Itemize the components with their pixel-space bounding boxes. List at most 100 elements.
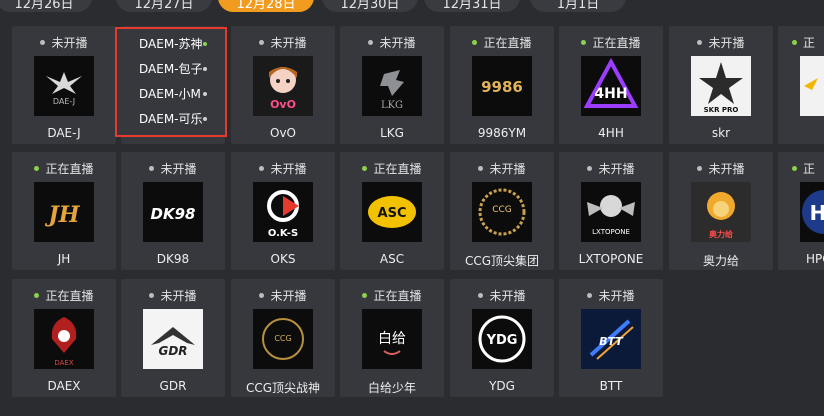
team-card-dae-j[interactable]: 未开播 DAE-J DAE-J [12,26,116,144]
logo-text: 4HH [594,86,627,102]
status-dot [478,166,484,171]
logo-text: OvO [270,98,296,111]
logo-text: ASC [378,206,407,221]
status-label: 未开播 [231,287,335,304]
team-card-ccg-war-god[interactable]: 未开播 CCG CCG顶尖战神 [231,279,335,397]
status-dot [697,166,703,171]
status-label: 正在直播 [12,160,116,177]
logo-text: DK98 [151,205,196,223]
logo-text: BTT [599,335,624,348]
team-logo-graphic [800,56,824,116]
team-card-9986ym[interactable]: 正在直播 9986 9986YM [450,26,554,144]
team-logo-graphic: CCG [472,182,532,242]
team-card-ccg-group[interactable]: 未开播 CCG CCG顶尖集团 [450,152,554,270]
team-logo-graphic: JH [34,182,94,242]
date-tab-1226[interactable]: 12月26日 [0,0,92,12]
member-item-kele[interactable]: DAEM-可乐 [139,110,203,127]
team-card-gdr[interactable]: 未开播 GDR GDR [121,279,225,397]
team-card-ovo[interactable]: 未开播 OvO OvO [231,26,335,144]
member-item-sushen[interactable]: DAEM-苏神 [139,35,203,52]
logo-text: 奥力给 [708,229,733,239]
member-status-dot [203,67,207,71]
status-label: 未开播 [450,160,554,177]
logo-text: LKG [381,100,403,111]
team-card-jh[interactable]: 正在直播 JH JH [12,152,116,270]
team-logo-graphic: O.K-S [253,182,313,242]
team-logo: GDR [143,309,203,369]
team-logo-graphic: LKG [362,56,422,116]
team-name: DAE-J [47,126,81,140]
team-card-partial-1[interactable]: 正 [778,26,824,144]
team-card-hpg[interactable]: 正 H HPG [778,152,824,270]
team-name: skr [711,126,731,140]
team-name: 9986YM [477,126,527,140]
team-card-aoligei[interactable]: 未开播 奥力给 奥力给 [669,152,773,270]
team-card-baigei[interactable]: 正在直播 白给 白给少年 [340,279,444,397]
team-logo-graphic: 奥力给 [691,182,751,242]
status-dot [149,166,155,171]
team-logo: YDG [472,309,532,369]
team-name: HPG [806,252,824,266]
status-dot [34,166,40,171]
team-card-ydg[interactable]: 未开播 YDG YDG [450,279,554,397]
date-tab-1231[interactable]: 12月31日 [424,0,520,12]
status-dot [581,40,587,45]
team-logo-graphic: BTT [581,309,641,369]
status-dot [259,166,265,171]
member-item-baozi[interactable]: DAEM-包子 [139,60,203,77]
team-logo-graphic: SKR PRO [691,56,751,116]
status-dot [34,293,40,298]
status-dot [792,40,797,45]
logo-text: DAE-J [53,97,75,106]
team-name: ASC [379,252,405,266]
team-logo-graphic: 9986 [472,56,532,116]
date-tab-1230[interactable]: 12月30日 [322,0,418,12]
team-name: 4HH [598,126,624,140]
status-dot [362,166,368,171]
team-card-dk98[interactable]: 未开播 DK98 DK98 [121,152,225,270]
member-item-xiaom[interactable]: DAEM-小M [139,85,201,102]
status-dot [259,40,265,45]
status-dot [368,40,374,45]
team-name: GDR [159,379,187,393]
team-card-skr[interactable]: 未开播 SKR PRO skr [669,26,773,144]
date-tab-1228[interactable]: 12月28日 [218,0,314,12]
status-label: 未开播 [559,160,663,177]
member-status-dot [203,42,207,46]
team-logo-graphic: OvO [253,56,313,116]
team-name: LKG [380,126,404,140]
team-logo-graphic: LXTOPONE [581,182,641,242]
team-logo: H [800,182,824,242]
team-card-lxtopone[interactable]: 未开播 LXTOPONE LXTOPONE [559,152,663,270]
team-logo: 白给 [362,309,422,369]
team-card-daex[interactable]: 正在直播 DAEX DAEX [12,279,116,397]
team-name: YDG [489,379,515,393]
team-logo: ASC [362,182,422,242]
status-label: 正在直播 [450,34,554,51]
team-name: OKS [270,252,296,266]
team-logo [800,56,824,116]
date-tab-0101[interactable]: 1月1日 [530,0,626,12]
team-logo-graphic: DAEX [34,309,94,369]
status-label: 未开播 [340,34,444,51]
team-card-lkg[interactable]: 未开播 LKG LKG [340,26,444,144]
date-tab-1227[interactable]: 12月27日 [116,0,212,12]
team-card-oks[interactable]: 未开播 O.K-S OKS [231,152,335,270]
team-name: 白给少年 [367,381,416,395]
team-card-btt[interactable]: 未开播 BTT BTT [559,279,663,397]
team-card-asc[interactable]: 正在直播 ASC ASC [340,152,444,270]
status-dot [587,166,593,171]
team-logo-graphic: 白给 [362,309,422,369]
status-label: 未开播 [231,34,335,51]
status-label: 正在直播 [12,287,116,304]
team-card-4hh[interactable]: 正在直播 4HH 4HH [559,26,663,144]
team-name: OvO [270,126,296,140]
team-logo-graphic: YDG [472,309,532,369]
status-label: 未开播 [559,287,663,304]
team-logo: DAEX [34,309,94,369]
team-logo: 9986 [472,56,532,116]
logo-text: H [810,201,824,225]
date-tab-bar: 12月26日 12月27日 12月28日 12月30日 12月31日 1月1日 [0,0,824,14]
team-logo: O.K-S [253,182,313,242]
logo-text: LXTOPONE [592,228,630,236]
